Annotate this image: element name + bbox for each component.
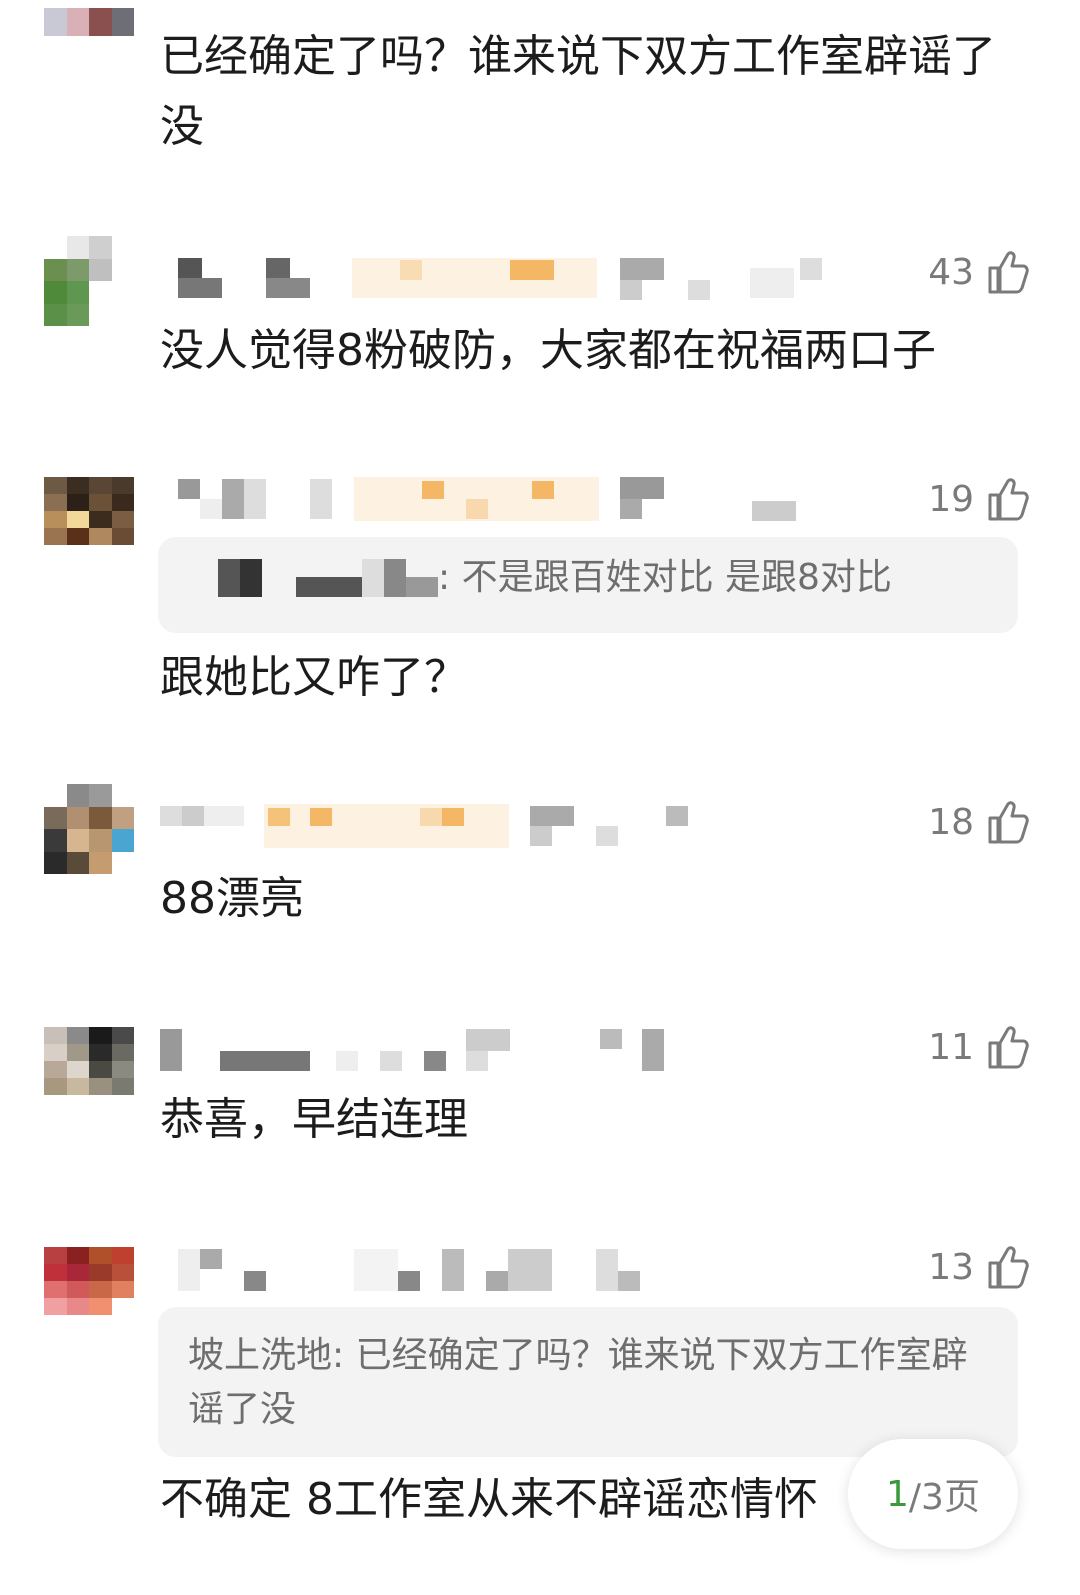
quoted-reply[interactable]: : 不是跟百姓对比 是跟8对比	[158, 537, 1018, 633]
like-count: 13	[928, 1246, 974, 1288]
comment-text: 88漂亮	[160, 873, 304, 924]
comment-text: 恭喜，早结连理	[160, 1094, 468, 1145]
avatar[interactable]	[44, 8, 134, 36]
page-indicator[interactable]: 1/3页	[848, 1439, 1018, 1549]
avatar[interactable]	[44, 1027, 134, 1095]
like-count: 11	[928, 1026, 974, 1068]
like-button[interactable]: 43	[928, 248, 1032, 296]
username-blurred[interactable]	[160, 804, 810, 850]
like-count: 18	[928, 801, 974, 843]
quoted-reply[interactable]: 坡上洗地: 已经确定了吗？谁来说下双方工作室辟谣了没	[158, 1307, 1018, 1457]
thumbs-up-icon	[988, 1026, 1029, 1069]
like-button[interactable]: 11	[928, 1023, 1032, 1071]
thumbs-up-icon	[988, 801, 1029, 844]
username-blurred[interactable]	[160, 477, 810, 523]
quote-author: 坡上洗地	[188, 1335, 333, 1376]
page-total: /3页	[908, 1477, 980, 1518]
page-current: 1	[886, 1473, 909, 1515]
thumbs-up-icon	[988, 478, 1029, 521]
like-button[interactable]: 18	[928, 798, 1032, 846]
quote-author-blurred	[188, 555, 438, 603]
avatar[interactable]	[44, 477, 134, 545]
comment-text: 跟她比又咋了？	[160, 652, 468, 703]
like-count: 43	[928, 251, 974, 293]
username-blurred[interactable]	[160, 1027, 810, 1073]
avatar[interactable]	[44, 1247, 134, 1315]
comment-text: 没人觉得8粉破防，大家都在祝福两口子	[160, 325, 936, 376]
thumbs-up-icon	[988, 1246, 1029, 1289]
username-blurred[interactable]	[160, 1247, 810, 1293]
comment-text: 已经确定了吗？谁来说下双方工作室辟谣了没	[160, 31, 996, 152]
like-button[interactable]: 13	[928, 1243, 1032, 1291]
quote-text: : 不是跟百姓对比 是跟8对比	[438, 557, 892, 598]
avatar[interactable]	[44, 236, 134, 326]
thumbs-up-icon	[988, 251, 1029, 294]
username-blurred[interactable]	[160, 258, 822, 304]
like-count: 19	[928, 478, 974, 520]
like-button[interactable]: 19	[928, 475, 1032, 523]
avatar[interactable]	[44, 784, 134, 874]
